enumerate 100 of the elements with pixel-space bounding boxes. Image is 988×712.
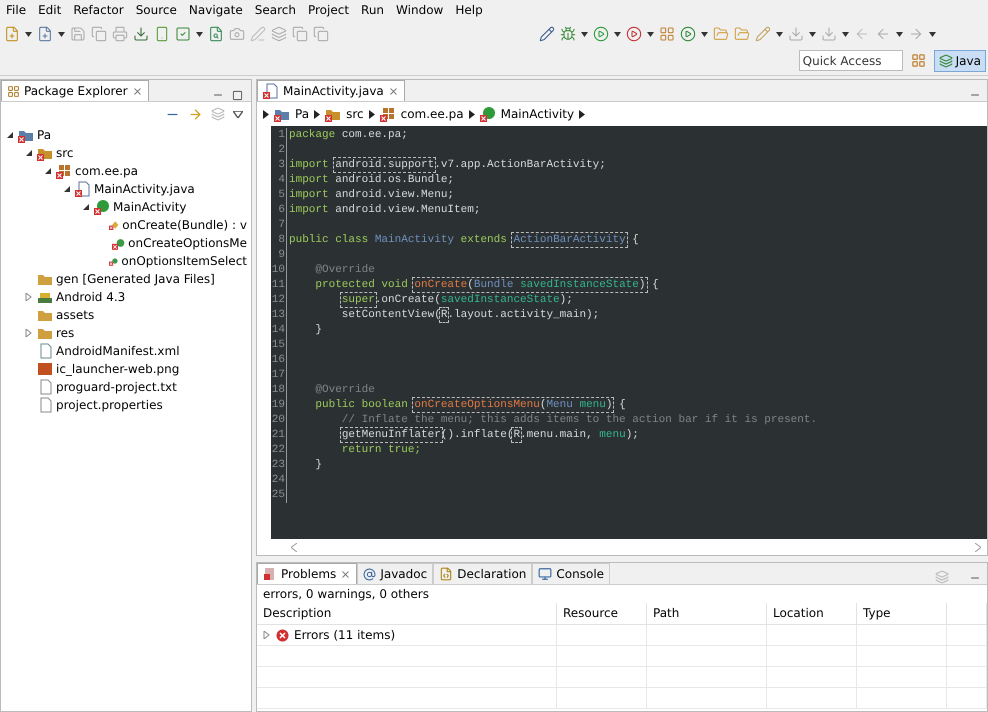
column-header[interactable]: Type — [857, 603, 947, 625]
forward-icon[interactable] — [908, 26, 924, 42]
run-config-icon[interactable] — [626, 26, 642, 42]
tree-item[interactable]: onCreateOptionsMe — [128, 236, 247, 250]
view-tab[interactable]: Package Explorer — [1, 80, 149, 101]
menu-item[interactable]: Run — [357, 3, 388, 21]
new-item-icon[interactable] — [37, 26, 53, 42]
tree-item[interactable]: com.ee.pa — [75, 164, 138, 178]
menu-item[interactable]: Source — [132, 3, 181, 21]
layers-icon[interactable] — [271, 26, 287, 42]
dropdown-caret-icon[interactable] — [196, 32, 203, 36]
empty-cell — [947, 646, 987, 667]
open-folder-icon[interactable] — [713, 26, 729, 42]
collapsed-triangle-icon[interactable] — [25, 293, 33, 301]
column-header[interactable]: Path — [647, 603, 767, 625]
line-number: 22 — [271, 443, 287, 458]
menu-item[interactable]: Refactor — [69, 3, 128, 21]
breadcrumb-item[interactable]: com.ee.pa — [400, 107, 464, 121]
menu-item[interactable]: Window — [392, 3, 448, 21]
bug-icon[interactable] — [560, 26, 576, 42]
dropdown-caret-icon[interactable] — [701, 32, 708, 36]
grid-icon[interactable] — [659, 26, 675, 42]
tree-item[interactable]: AndroidManifest.xml — [56, 344, 180, 358]
close-icon[interactable] — [340, 568, 352, 580]
new-file-icon[interactable] — [4, 26, 20, 42]
line-number: 17 — [271, 368, 287, 383]
perspective-button[interactable]: Java — [934, 50, 986, 72]
column-header[interactable]: Resource — [557, 603, 647, 625]
empty-cell — [947, 625, 987, 646]
scroll-left-icon[interactable] — [291, 542, 297, 552]
line-number: 25 — [271, 488, 287, 503]
phone-icon[interactable] — [154, 26, 170, 42]
close-icon[interactable] — [388, 86, 399, 96]
close-icon[interactable] — [132, 86, 143, 96]
breadcrumb-arrow-icon — [263, 110, 269, 118]
back-icon[interactable] — [875, 26, 891, 42]
tree-item[interactable]: onOptionsItemSelect — [121, 254, 247, 268]
maximize-icon[interactable] — [232, 90, 243, 101]
expanded-triangle-icon[interactable] — [44, 167, 52, 175]
menu-item[interactable]: Navigate — [184, 3, 247, 21]
menu-item[interactable]: Project — [304, 3, 354, 21]
table-cell[interactable]: Errors (11 items) — [294, 628, 396, 642]
tree-item[interactable]: onCreate(Bundle) : v — [122, 218, 247, 232]
save-icon[interactable] — [70, 26, 86, 42]
camera-icon[interactable] — [229, 26, 245, 42]
dropdown-caret-icon[interactable] — [776, 32, 783, 36]
tree-item[interactable]: src — [56, 146, 74, 160]
tree-item[interactable]: proguard-project.txt — [56, 380, 177, 394]
tree-item[interactable]: gen [Generated Java Files] — [56, 272, 215, 286]
tree-item[interactable]: Android 4.3 — [56, 290, 126, 304]
dropdown-caret-icon[interactable] — [929, 32, 936, 36]
download-icon[interactable] — [133, 26, 149, 42]
menu-item[interactable]: Edit — [34, 3, 66, 21]
dropdown-caret-icon[interactable] — [25, 32, 32, 36]
quick-access-field[interactable]: Quick Access — [798, 50, 903, 71]
dropdown-caret-icon[interactable] — [809, 32, 816, 36]
dropdown-caret-icon[interactable] — [614, 32, 621, 36]
view-tab[interactable]: Javadoc — [357, 563, 434, 584]
code-line: getMenuInflater().inflate(R.menu.main, menu); — [340, 428, 639, 443]
collapsed-triangle-icon[interactable] — [263, 631, 271, 639]
expanded-triangle-icon[interactable] — [6, 131, 14, 139]
scroll-right-icon[interactable] — [975, 542, 981, 552]
error-icon — [276, 628, 289, 642]
print-icon[interactable] — [112, 26, 128, 42]
menu-item[interactable]: File — [2, 3, 30, 21]
empty-column-header — [947, 603, 987, 625]
expanded-triangle-icon[interactable] — [63, 185, 71, 193]
breadcrumb-item[interactable]: src — [346, 107, 364, 121]
collapsed-triangle-icon[interactable] — [25, 329, 33, 337]
breadcrumb-item[interactable]: MainActivity — [500, 107, 574, 121]
pencil-icon[interactable] — [539, 26, 555, 42]
view-tab[interactable]: Console — [532, 563, 610, 584]
view-tab[interactable]: Problems — [257, 563, 358, 584]
folder-icon[interactable] — [734, 26, 750, 42]
tree-item[interactable]: res — [56, 326, 74, 340]
expanded-triangle-icon[interactable] — [25, 149, 33, 157]
tree-item[interactable]: MainActivity — [113, 200, 187, 214]
view-tab[interactable]: Declaration — [433, 563, 532, 584]
run-icon[interactable] — [593, 26, 609, 42]
code-line: } — [314, 323, 322, 338]
expanded-triangle-icon[interactable] — [82, 203, 90, 211]
tree-item[interactable]: MainActivity.java — [94, 182, 195, 196]
line-number: 7 — [271, 218, 287, 233]
menu-item[interactable]: Search — [250, 3, 300, 21]
column-header[interactable]: Location — [767, 603, 857, 625]
dropdown-caret-icon[interactable] — [58, 32, 65, 36]
dropdown-caret-icon[interactable] — [581, 32, 588, 36]
editor-tab[interactable]: MainActivity.java — [257, 80, 405, 101]
view-menu-icon[interactable] — [233, 110, 243, 118]
dropdown-caret-icon[interactable] — [647, 32, 654, 36]
dropdown-caret-icon[interactable] — [896, 32, 903, 36]
column-header[interactable]: Description — [257, 603, 557, 625]
tree-item[interactable]: Pa — [37, 128, 52, 142]
menu-item[interactable]: Help — [451, 3, 487, 21]
dropdown-caret-icon[interactable] — [842, 32, 849, 36]
tree-item[interactable]: assets — [56, 308, 94, 322]
check-icon[interactable] — [175, 26, 191, 42]
tree-item[interactable]: project.properties — [56, 398, 163, 412]
breadcrumb-item[interactable]: Pa — [295, 107, 310, 121]
tree-item[interactable]: ic_launcher-web.png — [56, 362, 180, 376]
